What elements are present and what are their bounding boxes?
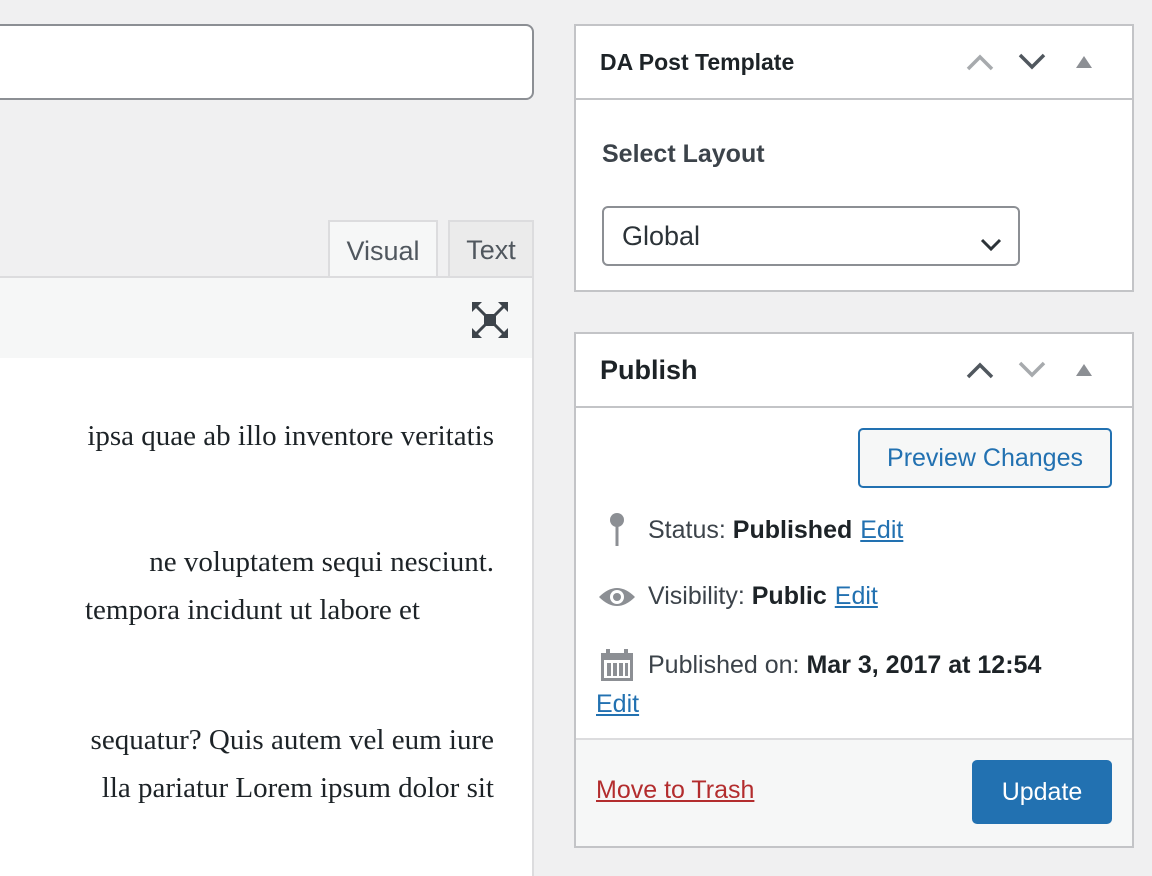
status-label: Status: — [648, 515, 726, 544]
postbox-header: DA Post Template — [576, 26, 1132, 100]
pin-icon — [596, 512, 638, 548]
chevron-down-icon — [980, 228, 1002, 259]
status-value: Published — [732, 515, 853, 544]
publish-box: Publish Preview Changes Status: Publishe… — [574, 332, 1134, 848]
editor-text-line: tempora incidunt ut labore et — [84, 594, 420, 626]
editor-text-line: ipsa quae ab illo inventore veritatis — [87, 420, 494, 452]
editor-text-line: sequatur? Quis autem vel eum iure — [90, 724, 494, 756]
status-row: Status: Published Edit — [596, 512, 903, 548]
triangle-up-icon[interactable] — [1058, 26, 1110, 98]
visibility-label: Visibility: — [648, 582, 745, 610]
eye-icon — [596, 585, 638, 609]
editor-toolbar — [0, 276, 534, 360]
editor-content[interactable]: ipsa quae ab illo inventore veritatis ne… — [0, 358, 534, 876]
handle-actions — [954, 334, 1110, 406]
chevron-down-icon[interactable] — [1006, 26, 1058, 98]
chevron-down-icon[interactable] — [1006, 334, 1058, 406]
postbox-header: Publish — [576, 334, 1132, 408]
visibility-value: Public — [751, 582, 827, 610]
move-to-trash-link[interactable]: Move to Trash — [596, 776, 754, 805]
major-publishing-actions: Move to Trash Update — [576, 738, 1132, 846]
visibility-row: Visibility: Public Edit — [596, 582, 878, 611]
select-layout-label: Select Layout — [602, 140, 765, 168]
edit-status-link[interactable]: Edit — [860, 516, 903, 545]
preview-changes-button[interactable]: Preview Changes — [858, 428, 1112, 488]
editor-text-line: ne voluptatem sequi nesciunt. — [149, 546, 494, 578]
da-post-template-box: DA Post Template Select Layout Global — [574, 24, 1134, 292]
layout-select[interactable]: Global — [602, 206, 1020, 266]
post-title-input[interactable] — [0, 24, 534, 100]
chevron-up-icon[interactable] — [954, 334, 1006, 406]
chevron-up-icon[interactable] — [954, 26, 1006, 98]
editor-text-line: lla pariatur Lorem ipsum dolor sit — [101, 772, 494, 804]
postbox-title: Publish — [600, 354, 698, 385]
published-on-value: Mar 3, 2017 at 12:54 — [806, 650, 1042, 679]
layout-select-value: Global — [622, 220, 701, 251]
published-on-row: Published on: Mar 3, 2017 at 12:54 — [596, 648, 1041, 682]
tab-visual[interactable]: Visual — [328, 220, 438, 280]
handle-actions — [954, 26, 1110, 98]
edit-date-link[interactable]: Edit — [596, 690, 639, 719]
triangle-up-icon[interactable] — [1058, 334, 1110, 406]
postbox-title: DA Post Template — [600, 48, 795, 75]
published-on-label: Published on: — [648, 650, 800, 679]
editor-tabs: Visual Text — [0, 220, 534, 280]
fullscreen-icon[interactable] — [472, 302, 508, 338]
calendar-icon — [596, 648, 638, 682]
update-button[interactable]: Update — [972, 760, 1112, 824]
edit-visibility-link[interactable]: Edit — [835, 582, 878, 611]
tab-text[interactable]: Text — [448, 220, 534, 278]
